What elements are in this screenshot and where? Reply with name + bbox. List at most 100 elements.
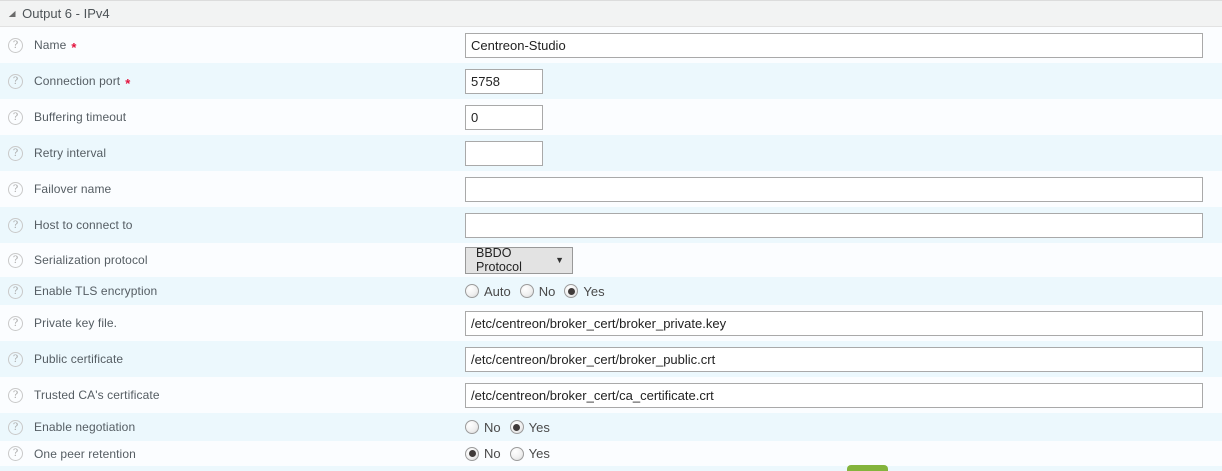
row-control-cell: [465, 311, 1203, 336]
row-label-cell: ? Trusted CA's certificate: [0, 388, 465, 403]
chevron-down-icon: ▼: [555, 255, 564, 265]
field-label: Private key file.: [34, 316, 117, 330]
field-label: Host to connect to: [34, 218, 133, 232]
trusted-ca-s-certificate-input[interactable]: [465, 383, 1203, 408]
field-label: Public certificate: [34, 352, 123, 366]
one-peer-retention-radio-no[interactable]: No: [465, 446, 501, 461]
row-label-cell: ? Public certificate: [0, 352, 465, 367]
row-label-cell: ? Host to connect to: [0, 218, 465, 233]
row-control-cell: [465, 383, 1203, 408]
radio-option-label: Yes: [529, 446, 550, 461]
row-control-cell: No Yes: [465, 420, 559, 435]
name-input[interactable]: [465, 33, 1203, 58]
help-icon[interactable]: ?: [8, 284, 23, 299]
radio-icon: [510, 447, 524, 461]
output-config-panel: ◢ Output 6 - IPv4 ? Name * ? Connection …: [0, 0, 1222, 471]
section-title: Output 6 - IPv4: [22, 6, 109, 21]
field-label: Buffering timeout: [34, 110, 126, 124]
row-control-cell: [465, 213, 1203, 238]
form-row: ? Serialization protocol BBDO Protocol▼: [0, 243, 1222, 277]
row-control-cell: [465, 177, 1203, 202]
row-control-cell: [465, 347, 1203, 372]
row-control-cell: [465, 141, 543, 166]
field-label: Enable negotiation: [34, 420, 135, 434]
selected-option-label: BBDO Protocol: [476, 246, 555, 274]
row-label-cell: ? One peer retention: [0, 446, 465, 461]
field-label: Serialization protocol: [34, 253, 148, 267]
form-row: ? Retry interval: [0, 135, 1222, 171]
form-row: ? Private key file.: [0, 305, 1222, 341]
field-label: Enable TLS encryption: [34, 284, 157, 298]
help-icon[interactable]: ?: [8, 253, 23, 268]
next-row-strip: [0, 466, 1222, 471]
radio-option-label: Yes: [529, 420, 550, 435]
public-certificate-input[interactable]: [465, 347, 1203, 372]
form-row: ? Connection port *: [0, 63, 1222, 99]
save-button[interactable]: [847, 465, 888, 471]
form-row: ? Host to connect to: [0, 207, 1222, 243]
form-row: ? Enable TLS encryption Auto No Yes: [0, 277, 1222, 305]
field-label: Failover name: [34, 182, 111, 196]
field-label: Name: [34, 38, 66, 52]
form-row: ? Buffering timeout: [0, 99, 1222, 135]
enable-negotiation-radio-yes[interactable]: Yes: [510, 420, 550, 435]
radio-icon: [465, 284, 479, 298]
failover-name-input[interactable]: [465, 177, 1203, 202]
help-icon[interactable]: ?: [8, 352, 23, 367]
retry-interval-input[interactable]: [465, 141, 543, 166]
form-row: ? Failover name: [0, 171, 1222, 207]
row-control-cell: [465, 33, 1203, 58]
required-marker: *: [125, 76, 130, 91]
enable-tls-encryption-radio-yes[interactable]: Yes: [564, 284, 604, 299]
enable-tls-encryption-radio-auto[interactable]: Auto: [465, 284, 511, 299]
row-label-cell: ? Connection port *: [0, 74, 465, 89]
row-label-cell: ? Serialization protocol: [0, 253, 465, 268]
row-control-cell: No Yes: [465, 446, 559, 461]
field-label: One peer retention: [34, 447, 136, 461]
help-icon[interactable]: ?: [8, 388, 23, 403]
row-label-cell: ? Retry interval: [0, 146, 465, 161]
radio-icon: [510, 420, 524, 434]
radio-icon: [520, 284, 534, 298]
serialization-protocol-select[interactable]: BBDO Protocol▼: [465, 247, 573, 274]
help-icon[interactable]: ?: [8, 446, 23, 461]
collapse-triangle-icon: ◢: [9, 10, 16, 18]
buffering-timeout-input[interactable]: [465, 105, 543, 130]
help-icon[interactable]: ?: [8, 74, 23, 89]
enable-negotiation-radio-no[interactable]: No: [465, 420, 501, 435]
help-icon[interactable]: ?: [8, 110, 23, 125]
row-label-cell: ? Private key file.: [0, 316, 465, 331]
radio-option-label: No: [484, 420, 501, 435]
form-row: ? Trusted CA's certificate: [0, 377, 1222, 413]
row-label-cell: ? Name *: [0, 38, 465, 53]
radio-option-label: No: [484, 446, 501, 461]
radio-icon: [465, 420, 479, 434]
help-icon[interactable]: ?: [8, 38, 23, 53]
host-to-connect-to-input[interactable]: [465, 213, 1203, 238]
help-icon[interactable]: ?: [8, 146, 23, 161]
enable-tls-encryption-radio-no[interactable]: No: [520, 284, 556, 299]
form-row: ? Public certificate: [0, 341, 1222, 377]
help-icon[interactable]: ?: [8, 420, 23, 435]
radio-option-label: No: [539, 284, 556, 299]
row-control-cell: [465, 69, 543, 94]
field-label: Trusted CA's certificate: [34, 388, 160, 402]
private-key-file-input[interactable]: [465, 311, 1203, 336]
radio-option-label: Yes: [583, 284, 604, 299]
form-row: ? One peer retention No Yes: [0, 441, 1222, 466]
help-icon[interactable]: ?: [8, 182, 23, 197]
radio-option-label: Auto: [484, 284, 511, 299]
section-header-output6-ipv4[interactable]: ◢ Output 6 - IPv4: [0, 0, 1222, 27]
connection-port-input[interactable]: [465, 69, 543, 94]
row-control-cell: [465, 105, 543, 130]
help-icon[interactable]: ?: [8, 316, 23, 331]
row-label-cell: ? Enable TLS encryption: [0, 284, 465, 299]
help-icon[interactable]: ?: [8, 218, 23, 233]
one-peer-retention-radio-yes[interactable]: Yes: [510, 446, 550, 461]
row-label-cell: ? Buffering timeout: [0, 110, 465, 125]
row-control-cell: BBDO Protocol▼: [465, 247, 573, 274]
radio-icon: [465, 447, 479, 461]
row-label-cell: ? Failover name: [0, 182, 465, 197]
form-row: ? Enable negotiation No Yes: [0, 413, 1222, 441]
field-label: Retry interval: [34, 146, 106, 160]
